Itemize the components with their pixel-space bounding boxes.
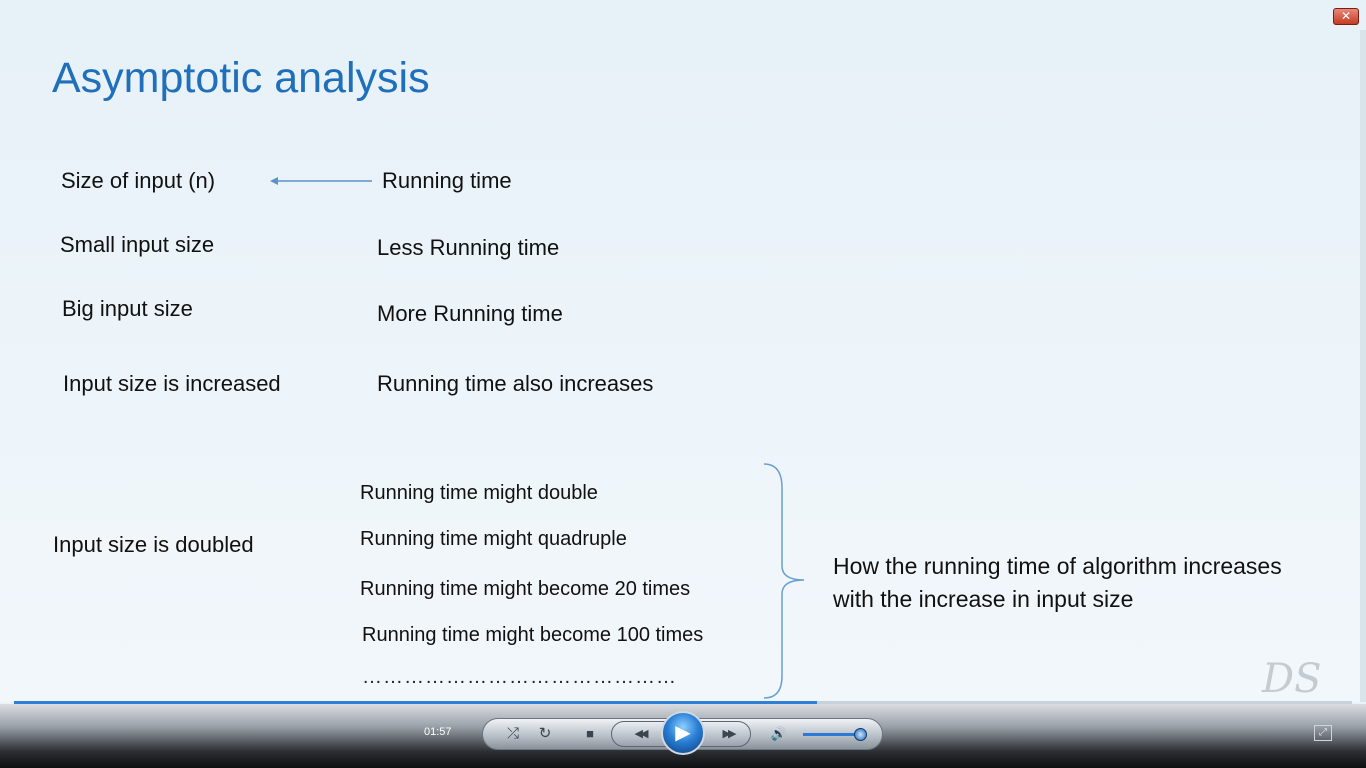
row-left-2: Small input size <box>60 232 215 257</box>
fast-forward-icon[interactable]: ▶▶ <box>710 724 746 744</box>
stop-icon[interactable]: ■ <box>580 724 600 744</box>
possibility-1: Running time might double <box>360 482 598 504</box>
play-button[interactable]: ▶ <box>661 711 705 755</box>
left-arrow-icon <box>270 177 372 185</box>
rewind-icon[interactable]: ◀◀ <box>622 724 658 744</box>
row-left-1: Size of input (n) <box>61 168 216 193</box>
window-edge <box>1360 30 1366 702</box>
volume-knob[interactable] <box>853 728 867 741</box>
row-left-4: Input size is increased <box>63 371 281 396</box>
player-controls: 01:57 ⤮ ↻ ■ ◀◀ ▶▶ ▶ 🔊 ⤢ <box>0 704 1366 768</box>
elapsed-time: 01:57 <box>424 726 452 738</box>
shuffle-icon[interactable]: ⤮ <box>503 724 523 744</box>
ellipsis-dots: ……………………………………… <box>362 666 677 688</box>
doubled-label: Input size is doubled <box>53 532 254 557</box>
row-right-3: More Running time <box>377 301 563 326</box>
ds-watermark-logo: DS <box>1262 656 1322 702</box>
close-button[interactable]: ✕ <box>1333 8 1359 25</box>
row-right-4: Running time also increases <box>377 371 654 396</box>
possibility-3: Running time might become 20 times <box>360 578 691 600</box>
right-brace-icon <box>763 463 805 699</box>
row-right-2: Less Running time <box>377 235 560 260</box>
summary-line-2: with the increase in input size <box>833 586 1134 612</box>
row-right-1: Running time <box>382 168 512 193</box>
possibility-2: Running time might quadruple <box>360 528 627 550</box>
volume-slider[interactable] <box>803 733 859 736</box>
summary-line-1: How the running time of algorithm increa… <box>833 553 1282 579</box>
volume-icon[interactable]: 🔊 <box>768 724 790 744</box>
possibility-4: Running time might become 100 times <box>362 624 704 646</box>
repeat-icon[interactable]: ↻ <box>535 724 555 744</box>
row-left-3: Big input size <box>62 296 193 321</box>
slide: Asymptotic analysis Size of input (n) Ru… <box>0 0 1366 702</box>
slide-title: Asymptotic analysis <box>52 54 430 102</box>
switch-to-library-icon[interactable]: ⤢ <box>1314 725 1332 741</box>
